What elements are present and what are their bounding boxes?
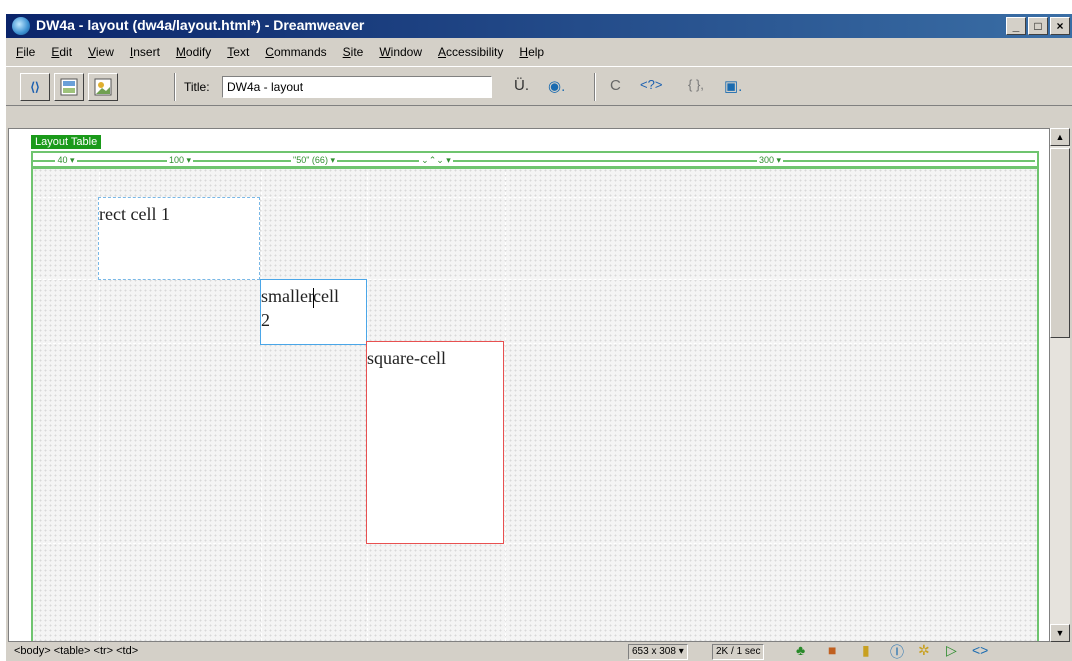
dreamweaver-logo-icon (12, 17, 30, 35)
download-time: 2K / 1 sec (712, 644, 765, 660)
window-controls: _ □ × (1006, 17, 1070, 35)
status-bar: <body> <table> <tr> <td> 653 x 308 ▾ 2K … (6, 642, 1072, 661)
site-icon[interactable]: ♣ (796, 642, 805, 658)
column-width-4[interactable]: ⌄⌃⌄ ▾ (367, 155, 505, 165)
design-view-button[interactable] (88, 73, 118, 101)
menu-bar: File Edit View Insert Modify Text Comman… (6, 40, 1072, 64)
layout-table-tab[interactable]: Layout Table (31, 135, 102, 149)
file-management-icon[interactable]: Ü. (514, 77, 529, 94)
html-styles-icon[interactable]: ▮ (862, 642, 870, 659)
split-view-icon (60, 78, 78, 96)
maximize-button[interactable]: □ (1028, 17, 1048, 35)
window-size-dropdown[interactable]: 653 x 308 ▾ (628, 644, 688, 660)
menu-edit[interactable]: Edit (51, 45, 72, 59)
document-toolbar: ⟨⟩ Title: Ü. ◉. C <?> { }, ▣. (6, 66, 1072, 106)
menu-commands[interactable]: Commands (265, 45, 326, 59)
layout-cell-smaller[interactable]: smallercell 2 (260, 279, 367, 345)
reference-icon[interactable]: <?> (640, 77, 662, 92)
code-view-icon: ⟨⟩ (30, 80, 40, 94)
menu-insert[interactable]: Insert (130, 45, 160, 59)
layout-cell-rect[interactable]: rect cell 1 (98, 197, 260, 280)
toolbar-separator (174, 73, 176, 101)
menu-file[interactable]: File (16, 45, 35, 59)
code-inspector-icon[interactable]: <> (972, 642, 988, 658)
scroll-down-arrow-icon[interactable]: ▼ (1050, 624, 1070, 642)
document-window[interactable]: Layout Table 40 ▾ 100 ▾ "50" (66) ▾ ⌄⌃⌄ … (8, 128, 1050, 642)
tag-selector[interactable]: <body> <table> <tr> <td> (14, 645, 138, 657)
minimize-button[interactable]: _ (1006, 17, 1026, 35)
title-label: Title: (184, 80, 210, 94)
split-view-button[interactable] (54, 73, 84, 101)
toolbar-separator-2 (594, 73, 596, 101)
behaviors-icon[interactable]: ✲ (918, 642, 930, 659)
assets-icon[interactable]: ■ (828, 642, 836, 658)
page-title-input[interactable] (222, 76, 492, 98)
timelines-icon[interactable]: ▷ (946, 642, 957, 659)
menu-help[interactable]: Help (519, 45, 544, 59)
grid-line (33, 543, 1037, 544)
code-view-button[interactable]: ⟨⟩ (20, 73, 50, 101)
column-width-2[interactable]: 100 ▾ (99, 155, 261, 165)
css-styles-icon[interactable]: Ⓘ (890, 642, 904, 661)
menu-site[interactable]: Site (343, 45, 364, 59)
close-button[interactable]: × (1050, 17, 1070, 35)
cell-text: square-cell (367, 348, 446, 368)
scroll-thumb[interactable] (1050, 148, 1070, 338)
layout-table[interactable]: 40 ▾ 100 ▾ "50" (66) ▾ ⌄⌃⌄ ▾ 300 ▾ rect … (31, 151, 1039, 641)
grid-line (33, 343, 1037, 344)
code-navigation-icon[interactable]: { }, (688, 77, 704, 92)
preview-browser-icon[interactable]: ◉. (548, 77, 565, 95)
layout-cell-square[interactable]: square-cell (366, 341, 504, 544)
menu-window[interactable]: Window (379, 45, 422, 59)
cell-text: cell (312, 286, 339, 306)
menu-view[interactable]: View (88, 45, 114, 59)
scroll-up-arrow-icon[interactable]: ▲ (1050, 128, 1070, 146)
refresh-icon[interactable]: C (610, 77, 621, 94)
cell-text: 2 (261, 310, 270, 330)
grid-line (505, 172, 506, 641)
title-bar: DW4a - layout (dw4a/layout.html*) - Drea… (6, 14, 1072, 38)
dreamweaver-window: DW4a - layout (dw4a/layout.html*) - Drea… (6, 14, 1072, 661)
column-header-bar: 40 ▾ 100 ▾ "50" (66) ▾ ⌄⌃⌄ ▾ 300 ▾ (33, 153, 1037, 169)
menu-modify[interactable]: Modify (176, 45, 211, 59)
column-width-3[interactable]: "50" (66) ▾ (261, 155, 367, 165)
cell-text: rect cell 1 (99, 204, 170, 224)
column-width-5[interactable]: 300 ▾ (505, 155, 1035, 165)
menu-text[interactable]: Text (227, 45, 249, 59)
design-view-icon (94, 78, 112, 96)
menu-accessibility[interactable]: Accessibility (438, 45, 503, 59)
column-width-1[interactable]: 40 ▾ (33, 155, 99, 165)
view-options-icon[interactable]: ▣. (724, 77, 742, 95)
vertical-scrollbar[interactable]: ▲ ▼ (1050, 128, 1070, 642)
grid-line (261, 172, 262, 641)
window-title: DW4a - layout (dw4a/layout.html*) - Drea… (36, 17, 365, 33)
cell-text: smaller (261, 286, 314, 306)
